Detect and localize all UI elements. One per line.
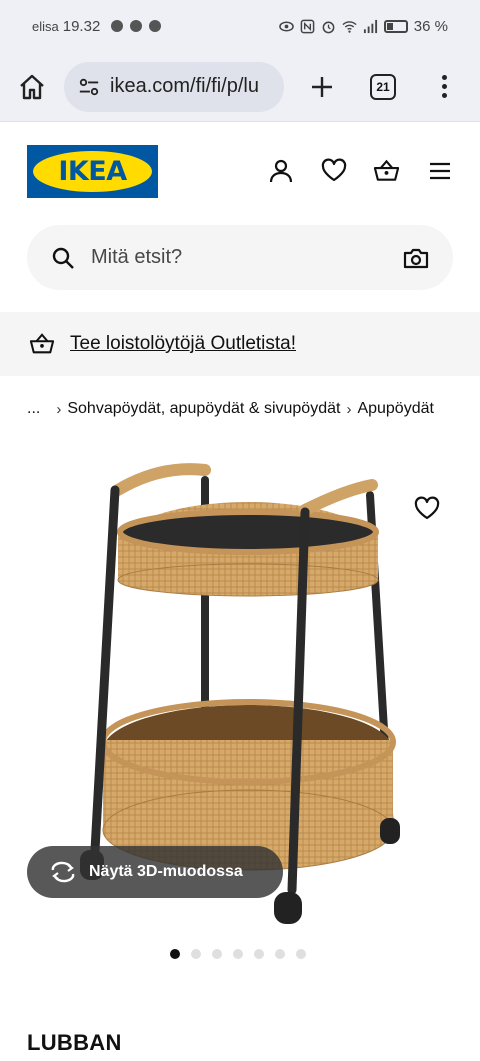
- logo-oval: IKEA: [33, 150, 152, 192]
- product-name: LUBBAN: [27, 1030, 122, 1055]
- gallery-dot[interactable]: [170, 949, 180, 959]
- outlet-banner[interactable]: Tee loistolöytöjä Outletista!: [0, 312, 480, 376]
- battery-icon: [383, 19, 408, 33]
- search-box[interactable]: Mitä etsit?: [27, 225, 453, 290]
- gallery-dot[interactable]: [212, 949, 222, 959]
- alarm-icon: [322, 21, 335, 33]
- ikea-logo[interactable]: IKEA: [27, 144, 158, 198]
- address-bar[interactable]: ikea.com/fi/fi/p/lu: [64, 61, 284, 112]
- view-3d-label: Näytä 3D-muodossa: [89, 863, 243, 880]
- battery-level: 36 %: [413, 17, 448, 35]
- nfc-icon: [300, 19, 315, 33]
- eye-icon: [278, 21, 294, 31]
- search-icon: [52, 247, 74, 269]
- wifi-icon: [342, 20, 357, 33]
- favourites-button[interactable]: [320, 158, 347, 185]
- heart-icon: [321, 158, 346, 182]
- account-button[interactable]: [267, 158, 294, 185]
- gallery-dot[interactable]: [254, 949, 264, 959]
- basket-icon: [29, 333, 55, 354]
- signal-icon: [363, 19, 377, 33]
- dot-icon: [441, 75, 447, 80]
- chat-icon: [111, 20, 124, 32]
- heart-icon: [414, 496, 440, 520]
- gallery-dot[interactable]: [191, 949, 201, 959]
- chevron-right-icon: ›: [56, 400, 62, 418]
- gallery-dot[interactable]: [275, 949, 285, 959]
- main-menu-button[interactable]: [426, 158, 453, 185]
- gallery-dot[interactable]: [296, 949, 306, 959]
- gallery-dot[interactable]: [233, 949, 243, 959]
- basket-icon: [373, 159, 400, 181]
- status-bar: elisa 19.32 36 %: [0, 0, 480, 52]
- url-text: ikea.com/fi/fi/p/lu: [110, 75, 259, 97]
- logo-text: IKEA: [58, 155, 127, 187]
- site-header: IKEA: [0, 122, 480, 220]
- home-button[interactable]: [14, 69, 50, 105]
- user-icon: [269, 159, 292, 183]
- facebook-icon: [130, 20, 143, 32]
- status-right: 36 %: [278, 17, 448, 35]
- outlet-link[interactable]: Tee loistolöytöjä Outletista!: [70, 333, 296, 355]
- dot-icon: [441, 84, 447, 89]
- browser-toolbar: ikea.com/fi/fi/p/lu 21: [0, 52, 480, 122]
- rotate-3d-icon: [51, 861, 75, 883]
- plus-icon: [312, 76, 332, 97]
- breadcrumb-item[interactable]: Sohvapöydät, apupöydät & sivupöydät: [67, 400, 340, 418]
- cart-button[interactable]: [373, 158, 400, 185]
- dot-icon: [441, 93, 447, 98]
- carrier-name: elisa: [32, 18, 59, 34]
- search-input[interactable]: Mitä etsit?: [91, 246, 403, 269]
- breadcrumb-ellipsis[interactable]: ...: [27, 400, 40, 418]
- hamburger-icon: [429, 162, 450, 180]
- clock: 19.32: [62, 17, 101, 35]
- breadcrumb: ... › Sohvapöydät, apupöydät & sivupöydä…: [27, 398, 467, 420]
- tab-switcher-button[interactable]: 21: [370, 73, 396, 100]
- view-3d-button[interactable]: Näytä 3D-muodossa: [27, 846, 283, 898]
- camera-icon[interactable]: [403, 246, 429, 270]
- header-icons: [267, 158, 453, 185]
- home-icon: [20, 74, 44, 99]
- favourite-button[interactable]: [408, 490, 446, 528]
- gallery-pagination: [170, 949, 306, 959]
- site-settings-icon: [79, 78, 99, 95]
- new-tab-button[interactable]: [304, 69, 340, 105]
- chevron-right-icon: ›: [346, 400, 352, 418]
- status-left: elisa 19.32: [32, 17, 162, 35]
- browser-menu-button[interactable]: [440, 75, 448, 98]
- breadcrumb-item[interactable]: Apupöydät: [357, 400, 434, 418]
- facebook-icon: [149, 20, 162, 32]
